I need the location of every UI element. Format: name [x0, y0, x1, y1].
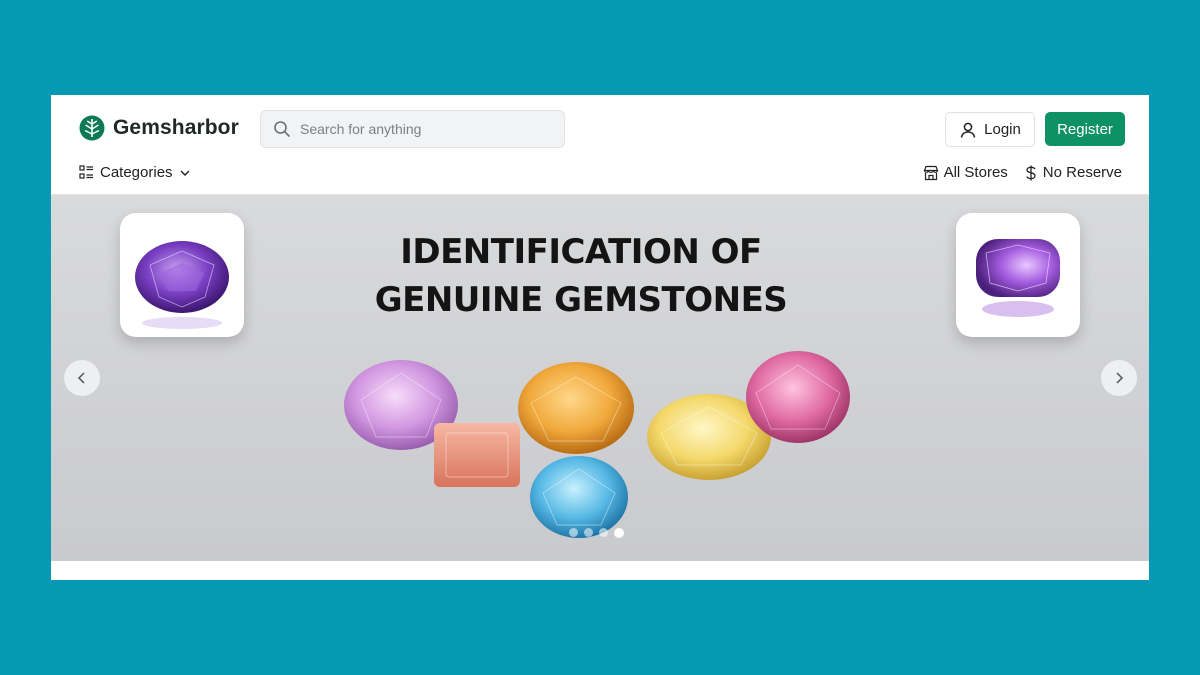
carousel-dot-3[interactable]	[599, 528, 608, 537]
chevron-left-icon	[77, 372, 85, 384]
user-icon	[960, 122, 976, 138]
carousel-dot-4[interactable]	[614, 528, 624, 538]
citrine-gem	[518, 362, 634, 454]
all-stores-link[interactable]: All Stores	[923, 164, 1008, 181]
no-reserve-link[interactable]: No Reserve	[1024, 164, 1122, 181]
amethyst-oval-tile	[120, 213, 244, 337]
login-button[interactable]: Login	[945, 112, 1035, 147]
carousel-dots	[569, 528, 624, 538]
search-input[interactable]	[300, 121, 550, 137]
hero-title: IDENTIFICATION OF GENUINE GEMSTONES	[301, 228, 861, 324]
amethyst-cushion-tile	[956, 213, 1080, 337]
header: Gemsharbor Login Register	[51, 95, 1149, 161]
search-bar[interactable]	[260, 110, 565, 148]
hero-title-line-1: IDENTIFICATION OF	[400, 232, 762, 272]
dollar-icon	[1026, 165, 1036, 180]
page-frame: Gemsharbor Login Register Categor	[51, 95, 1149, 580]
nav-links: All Stores No Reserve	[923, 164, 1122, 181]
all-stores-label: All Stores	[943, 164, 1008, 181]
hero-carousel[interactable]: IDENTIFICATION OF GENUINE GEMSTONES	[51, 194, 1149, 561]
carousel-dot-1[interactable]	[569, 528, 578, 537]
register-button[interactable]: Register	[1045, 112, 1125, 146]
hero-title-line-2: GENUINE GEMSTONES	[374, 280, 788, 320]
login-label: Login	[984, 121, 1021, 138]
carousel-dot-2[interactable]	[584, 528, 593, 537]
search-icon	[274, 121, 290, 137]
amethyst-gem-icon	[135, 241, 229, 329]
peach-tourmaline-gem	[434, 423, 520, 487]
nav-bar: Categories All Stores No Reserve	[51, 161, 1149, 194]
categories-dropdown[interactable]: Categories	[79, 164, 191, 181]
store-icon	[923, 165, 938, 180]
brand-name: Gemsharbor	[113, 116, 239, 139]
carousel-next-button[interactable]	[1101, 360, 1137, 396]
chevron-right-icon	[1116, 372, 1124, 384]
leaf-logo-icon	[79, 115, 105, 141]
carousel-prev-button[interactable]	[64, 360, 100, 396]
no-reserve-label: No Reserve	[1042, 164, 1122, 181]
categories-list-icon	[79, 165, 93, 179]
categories-label: Categories	[100, 164, 173, 181]
amethyst-cushion-gem-icon	[976, 239, 1060, 317]
brand-logo[interactable]: Gemsharbor	[79, 115, 239, 141]
chevron-down-icon	[180, 170, 190, 176]
